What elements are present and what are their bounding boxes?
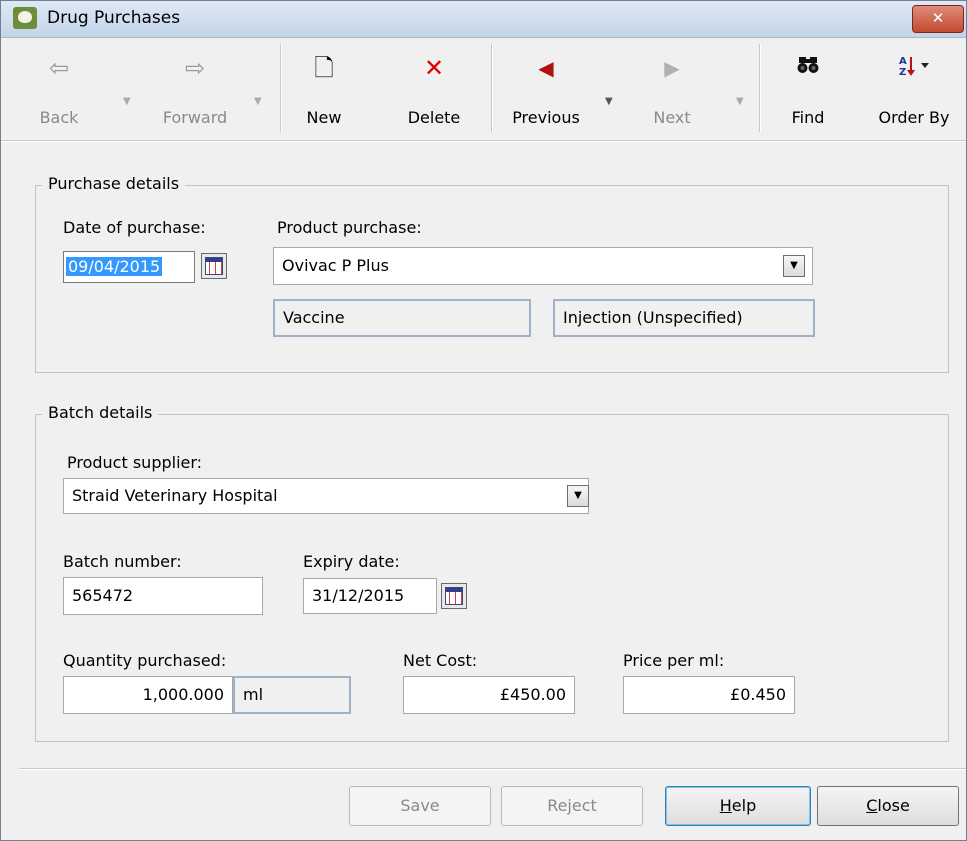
- calendar-icon[interactable]: [201, 253, 227, 279]
- title-bar[interactable]: Drug Purchases ✕: [1, 1, 966, 38]
- previous-arrow-icon: ◀: [538, 56, 554, 80]
- net-cost-field[interactable]: £450.00: [403, 676, 575, 714]
- product-supplier-value: Straid Veterinary Hospital: [72, 486, 278, 505]
- drug-purchases-window: Drug Purchases ✕ ⇦ Back ▼ ⇨ Forward ▼ 🗋 …: [0, 0, 967, 841]
- reject-button[interactable]: Reject: [501, 786, 643, 826]
- new-label: New: [306, 108, 342, 127]
- delete-label: Delete: [407, 108, 461, 127]
- forward-arrow-icon: ⇨: [184, 54, 206, 82]
- new-document-icon: 🗋: [314, 54, 334, 82]
- window-title: Drug Purchases: [47, 8, 181, 28]
- previous-button[interactable]: ◀ Previous: [501, 38, 591, 138]
- order-by-button[interactable]: A Z Order By: [867, 38, 961, 138]
- new-button[interactable]: 🗋 New: [297, 38, 351, 138]
- product-supplier-label: Product supplier:: [67, 453, 203, 472]
- batch-number-field[interactable]: 565472: [63, 577, 263, 615]
- product-purchase-label: Product purchase:: [277, 218, 422, 237]
- calendar-icon[interactable]: [441, 583, 467, 609]
- next-dropdown-icon[interactable]: ▼: [736, 96, 744, 107]
- net-cost-label: Net Cost:: [403, 651, 478, 670]
- close-label-rest: lose: [877, 796, 910, 815]
- svg-text:A: A: [899, 56, 907, 67]
- previous-label: Previous: [512, 108, 580, 127]
- quantity-purchased-field[interactable]: 1,000.000: [63, 676, 233, 714]
- product-supplier-select[interactable]: Straid Veterinary Hospital: [63, 478, 589, 514]
- svg-text:Z: Z: [899, 67, 906, 78]
- toolbar-separator: [759, 44, 761, 132]
- date-of-purchase-field[interactable]: 09/04/2015: [63, 251, 195, 283]
- next-label: Next: [653, 108, 691, 127]
- close-icon: ✕: [931, 9, 945, 27]
- help-mnemonic: H: [719, 796, 732, 815]
- toolbar-divider: [1, 140, 966, 142]
- sort-az-icon: A Z: [867, 54, 961, 84]
- toolbar-separator: [491, 44, 493, 132]
- toolbar-separator: [280, 44, 282, 132]
- back-dropdown-icon[interactable]: ▼: [123, 96, 131, 107]
- back-button[interactable]: ⇦ Back: [31, 38, 87, 138]
- next-arrow-icon: ▶: [664, 56, 680, 80]
- product-purchase-select[interactable]: Ovivac P Plus: [273, 247, 813, 285]
- batch-details-legend: Batch details: [42, 403, 159, 422]
- help-button[interactable]: Help: [665, 786, 811, 826]
- expiry-date-label: Expiry date:: [303, 552, 400, 571]
- batch-number-label: Batch number:: [63, 552, 182, 571]
- forward-label: Forward: [162, 108, 228, 127]
- window-close-button[interactable]: ✕: [912, 5, 964, 33]
- close-button[interactable]: Close: [817, 786, 959, 826]
- toolbar: ⇦ Back ▼ ⇨ Forward ▼ 🗋 New ✕ Delete ◀ Pr…: [1, 38, 966, 138]
- help-label-rest: elp: [731, 796, 757, 815]
- product-route-display: Injection (Unspecified): [553, 299, 815, 337]
- close-mnemonic: C: [866, 796, 878, 815]
- purchase-details-legend: Purchase details: [42, 174, 186, 193]
- button-bar-divider: [19, 768, 966, 770]
- forward-dropdown-icon[interactable]: ▼: [254, 96, 262, 107]
- back-label: Back: [39, 108, 79, 127]
- expiry-date-field[interactable]: 31/12/2015: [303, 578, 437, 614]
- previous-dropdown-icon[interactable]: ▼: [605, 96, 613, 107]
- quantity-purchased-label: Quantity purchased:: [63, 651, 227, 670]
- date-of-purchase-value: 09/04/2015: [66, 257, 163, 276]
- binoculars-icon: [781, 54, 835, 82]
- find-button[interactable]: Find: [781, 38, 835, 138]
- chevron-down-icon[interactable]: ▼: [567, 485, 589, 507]
- back-arrow-icon: ⇦: [48, 54, 70, 82]
- forward-button[interactable]: ⇨ Forward: [149, 38, 241, 138]
- order-by-label: Order By: [878, 108, 950, 127]
- chevron-down-icon[interactable]: ▼: [783, 255, 805, 277]
- sheep-app-icon: [13, 7, 37, 29]
- quantity-unit-display: ml: [233, 676, 351, 714]
- save-button[interactable]: Save: [349, 786, 491, 826]
- date-of-purchase-label: Date of purchase:: [63, 218, 206, 237]
- product-purchase-value: Ovivac P Plus: [282, 256, 389, 275]
- price-per-ml-field[interactable]: £0.450: [623, 676, 795, 714]
- delete-x-icon: ✕: [423, 54, 445, 82]
- find-label: Find: [791, 108, 825, 127]
- next-button[interactable]: ▶ Next: [641, 38, 703, 138]
- price-per-ml-label: Price per ml:: [623, 651, 725, 670]
- product-type-display: Vaccine: [273, 299, 531, 337]
- delete-button[interactable]: ✕ Delete: [397, 38, 471, 138]
